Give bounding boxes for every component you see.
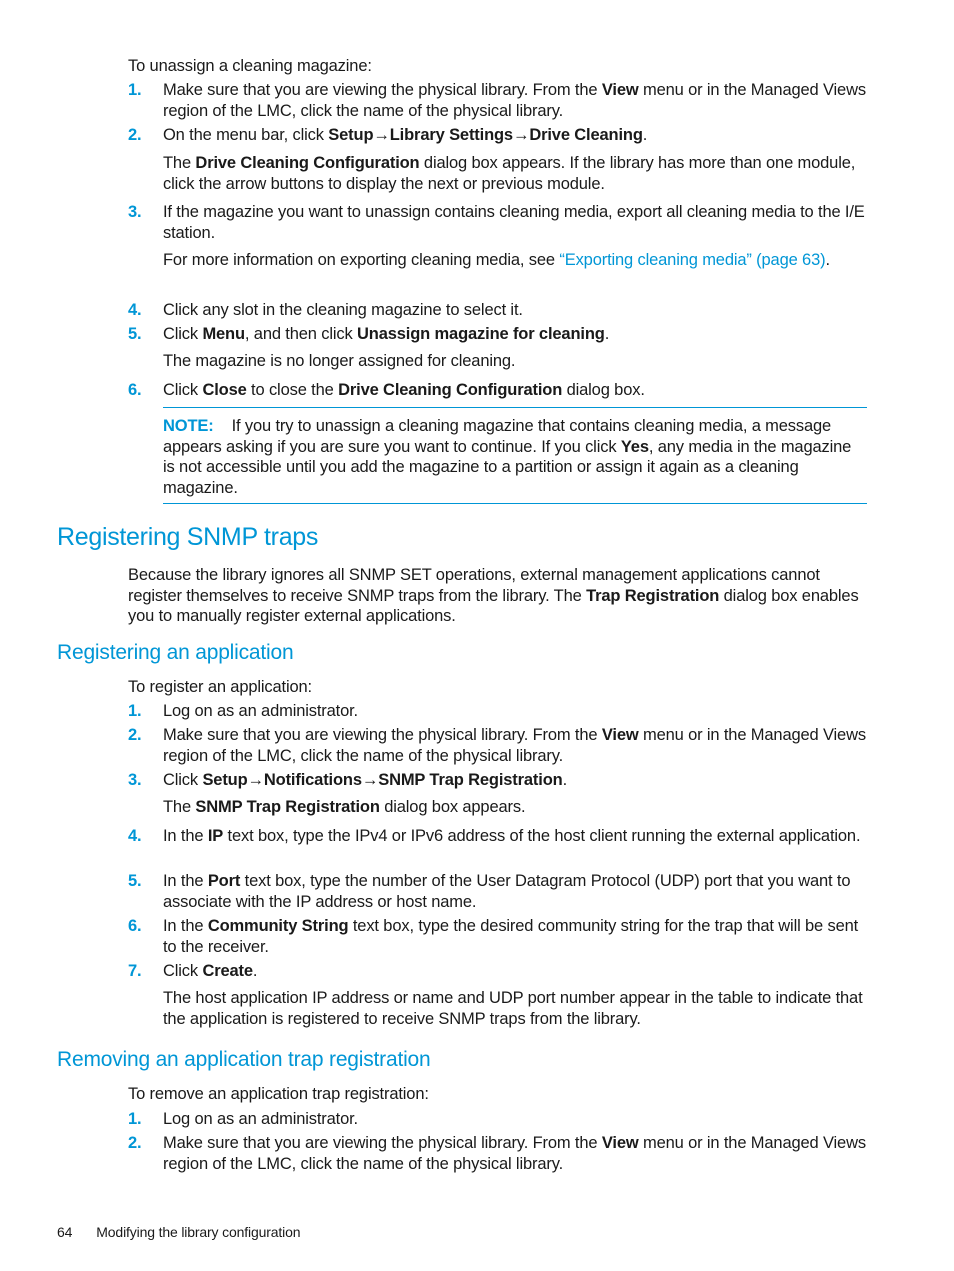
step-note: For more information on exporting cleani… (163, 251, 830, 269)
note-box: NOTE: If you try to unassign a cleaning m… (163, 407, 867, 504)
step-number: 3. (128, 771, 142, 789)
subsection-heading: Removing an application trap registratio… (57, 1048, 431, 1071)
cross-reference-link[interactable]: “Exporting cleaning media” (page 63) (559, 251, 825, 269)
page-number: 64 (57, 1224, 73, 1240)
step-note: The host application IP address or name … (163, 989, 863, 1028)
step-number: 3. (128, 203, 142, 221)
subsection-heading: Registering an application (57, 641, 294, 664)
note-label: NOTE: (163, 417, 214, 435)
step-number: 1. (128, 81, 142, 99)
step-number: 1. (128, 1110, 142, 1128)
step-number: 6. (128, 917, 142, 935)
register-intro: To register an application: (128, 678, 312, 696)
step-number: 7. (128, 962, 142, 980)
unassign-intro: To unassign a cleaning magazine: (128, 57, 372, 75)
step-number: 2. (128, 1134, 142, 1152)
step-note: The magazine is no longer assigned for c… (163, 352, 516, 370)
step-note: The Drive Cleaning Configuration dialog … (163, 154, 856, 193)
step-note: The SNMP Trap Registration dialog box ap… (163, 798, 526, 816)
step-number: 6. (128, 381, 142, 399)
step-number: 2. (128, 726, 142, 744)
step-number: 4. (128, 827, 142, 845)
page-footer: 64 Modifying the library configuration (57, 1222, 301, 1243)
step-number: 2. (128, 126, 142, 144)
document-page: To unassign a cleaning magazine: 1. Make… (0, 0, 954, 1271)
section-heading: Registering SNMP traps (57, 523, 319, 551)
remove-intro: To remove an application trap registrati… (128, 1085, 429, 1103)
step-number: 4. (128, 301, 142, 319)
section-paragraph: Because the library ignores all SNMP SET… (128, 566, 859, 625)
step-number: 5. (128, 872, 142, 890)
chapter-title: Modifying the library configuration (96, 1224, 301, 1240)
step-number: 1. (128, 702, 142, 720)
step-number: 5. (128, 325, 142, 343)
